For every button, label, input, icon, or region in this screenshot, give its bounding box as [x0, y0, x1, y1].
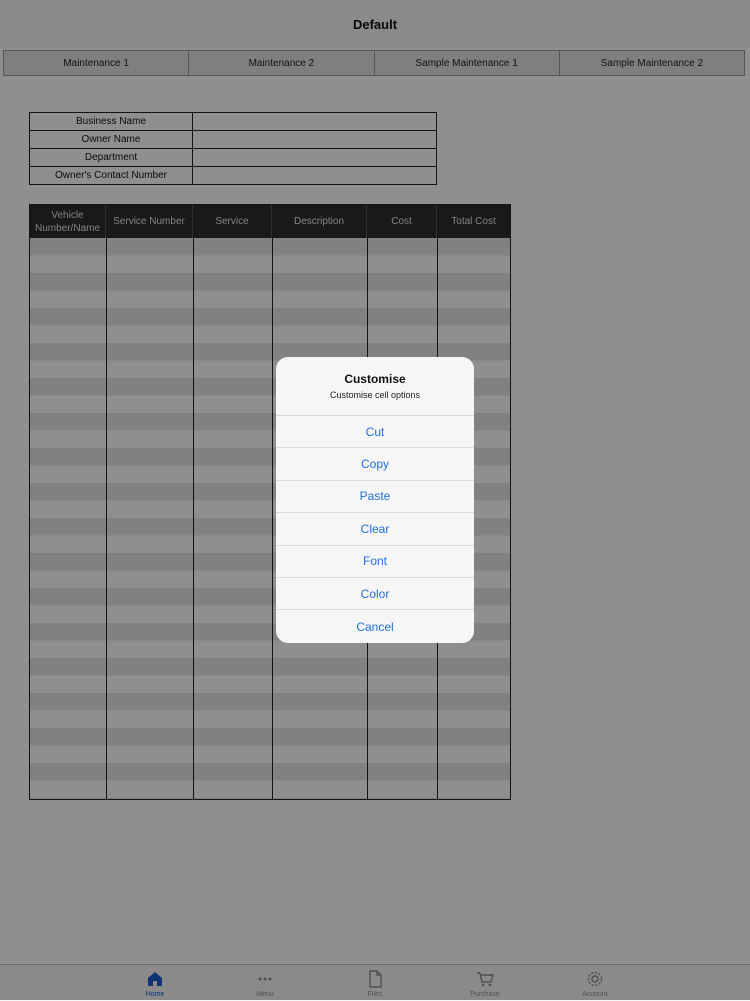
clear-button[interactable]: Clear	[276, 513, 474, 546]
customise-dialog: Customise Customise cell options Cut Cop…	[276, 357, 474, 643]
cancel-button[interactable]: Cancel	[276, 610, 474, 642]
cut-button[interactable]: Cut	[276, 416, 474, 449]
copy-button[interactable]: Copy	[276, 448, 474, 481]
color-button[interactable]: Color	[276, 578, 474, 611]
dialog-header: Customise Customise cell options	[276, 357, 474, 416]
dialog-subtitle: Customise cell options	[329, 390, 421, 400]
dialog-title: Customise	[344, 372, 406, 386]
paste-button[interactable]: Paste	[276, 481, 474, 514]
font-button[interactable]: Font	[276, 546, 474, 578]
